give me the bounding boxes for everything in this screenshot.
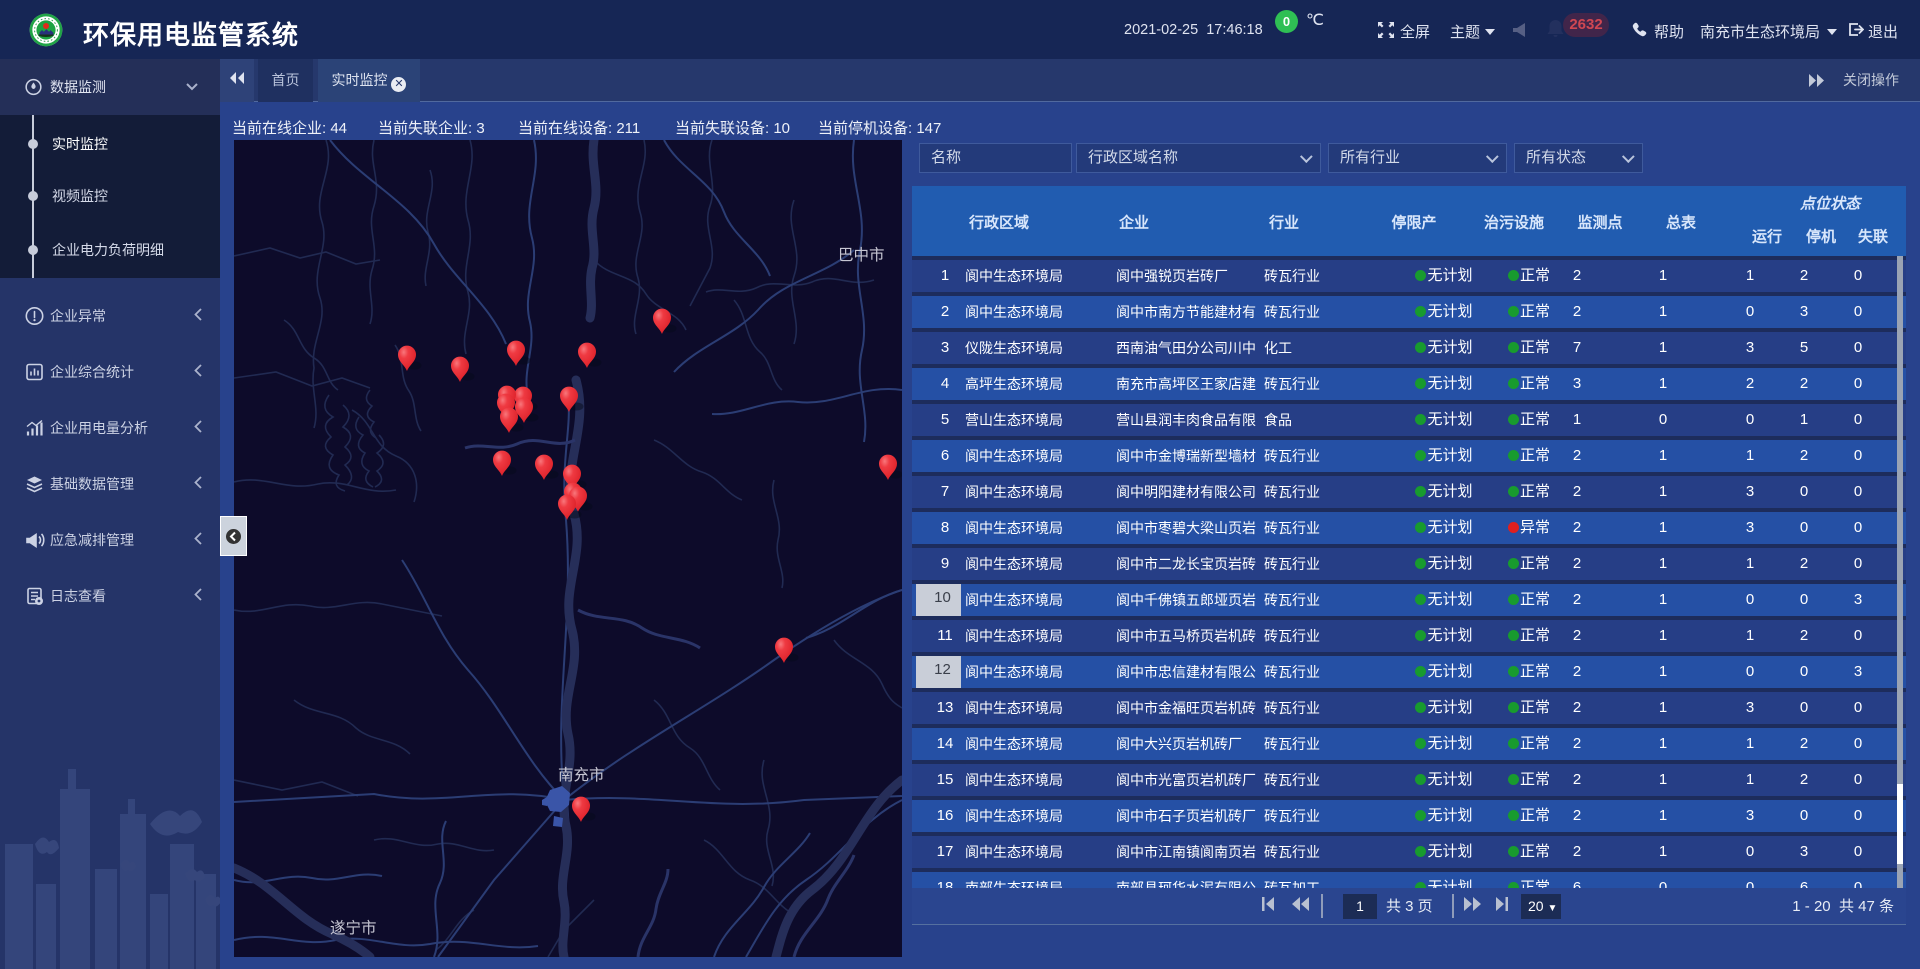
svg-text:巴中市: 巴中市 — [838, 246, 885, 264]
svg-text:遂宁市: 遂宁市 — [330, 919, 377, 937]
svg-text:南充市: 南充市 — [558, 766, 605, 784]
